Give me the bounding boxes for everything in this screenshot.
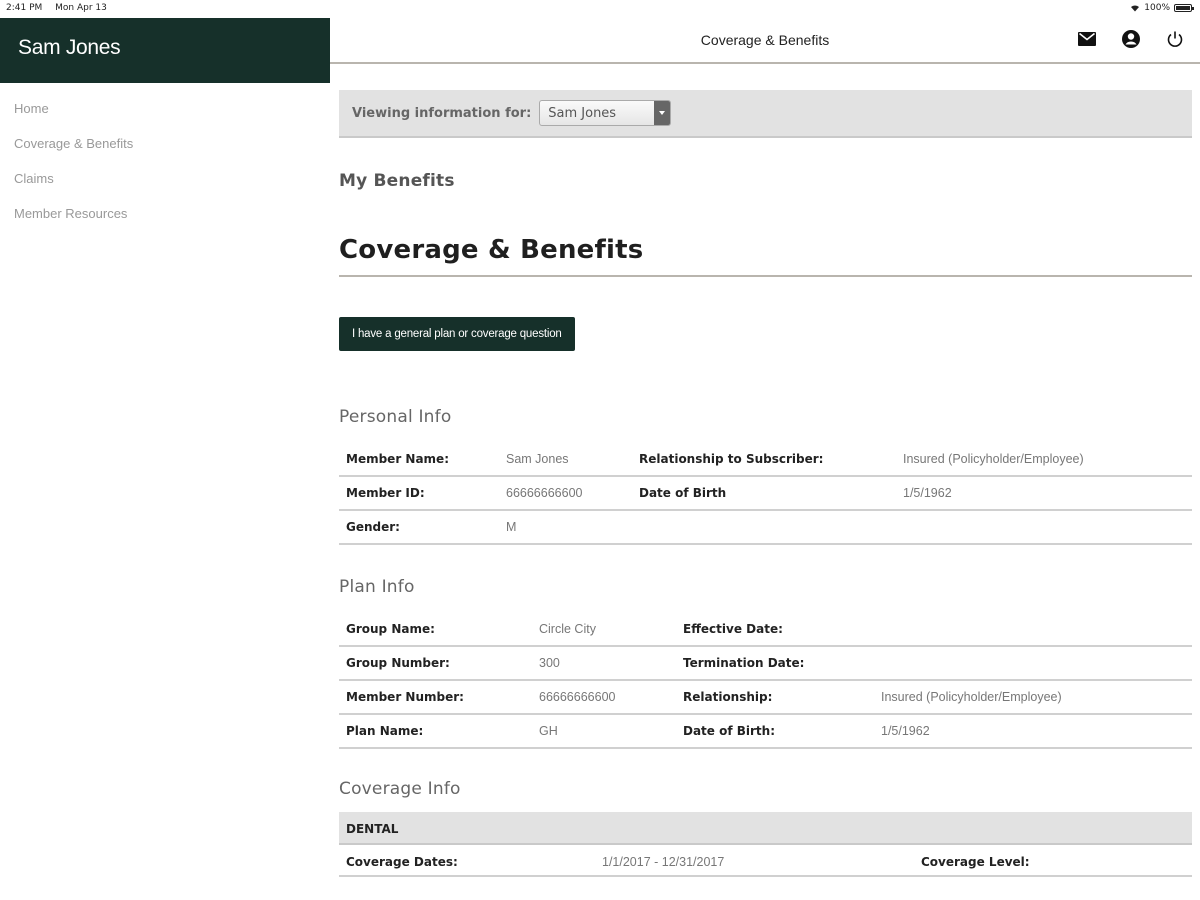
coverage-group-header: DENTAL — [339, 812, 1192, 845]
table-cell: Relationship: — [676, 680, 874, 715]
personal-info-heading: Personal Info — [339, 407, 452, 427]
table-cell: Sam Jones — [499, 442, 632, 477]
viewing-label: Viewing information for: — [352, 105, 532, 121]
table-cell — [632, 510, 896, 545]
sidebar-item-coverage-benefits[interactable]: Coverage & Benefits — [0, 126, 330, 161]
status-time: 2:41 PM — [6, 3, 43, 13]
wifi-icon — [1131, 5, 1140, 12]
sidebar-item-claims[interactable]: Claims — [0, 161, 330, 196]
coverage-row: Coverage Dates: 1/1/2017 - 12/31/2017 Co… — [339, 845, 1192, 877]
status-bar: 2:41 PM Mon Apr 13 100% — [0, 0, 1200, 18]
viewing-bar: Viewing information for: Sam Jones — [339, 90, 1192, 138]
table-cell: Member Number: — [339, 680, 532, 715]
sidebar-user-name: Sam Jones — [0, 18, 330, 83]
table-cell: 66666666600 — [532, 680, 676, 715]
personal-info-table: Member Name: Sam Jones Relationship to S… — [339, 442, 1192, 545]
table-cell: Insured (Policyholder/Employee) — [874, 680, 1192, 715]
table-row: Member ID: 66666666600 Date of Birth 1/5… — [339, 476, 1192, 511]
table-row: Group Name: Circle City Effective Date: — [339, 612, 1192, 647]
table-cell: Group Name: — [339, 612, 532, 647]
table-row: Gender: M — [339, 510, 1192, 545]
page-subheading: My Benefits — [339, 171, 455, 191]
chevron-down-icon — [654, 101, 671, 125]
top-bar-actions — [1076, 28, 1186, 50]
table-cell: 1/5/1962 — [874, 714, 1192, 749]
coverage-level-label: Coverage Level: — [921, 855, 1030, 869]
table-cell: Date of Birth: — [676, 714, 874, 749]
table-row: Member Number: 66666666600 Relationship:… — [339, 680, 1192, 715]
table-cell: Member Name: — [339, 442, 499, 477]
table-cell: 1/5/1962 — [896, 476, 1192, 511]
table-cell: 300 — [532, 646, 676, 681]
coverage-dates-value: 1/1/2017 - 12/31/2017 — [602, 855, 725, 869]
member-select-value: Sam Jones — [548, 106, 617, 121]
sidebar-item-member-resources[interactable]: Member Resources — [0, 196, 330, 231]
table-cell: Member ID: — [339, 476, 499, 511]
table-cell: Circle City — [532, 612, 676, 647]
main-content: Viewing information for: Sam Jones My Be… — [339, 64, 1192, 877]
table-cell — [874, 612, 1192, 647]
table-cell — [896, 510, 1192, 545]
plan-info-table: Group Name: Circle City Effective Date: … — [339, 612, 1192, 749]
battery-icon — [1174, 4, 1194, 12]
table-cell: Gender: — [339, 510, 499, 545]
general-question-button[interactable]: I have a general plan or coverage questi… — [339, 317, 575, 351]
table-cell — [874, 646, 1192, 681]
account-icon[interactable] — [1120, 28, 1142, 50]
sidebar-item-home[interactable]: Home — [0, 91, 330, 126]
table-cell: M — [499, 510, 632, 545]
top-bar: Coverage & Benefits — [330, 18, 1200, 64]
table-cell: Date of Birth — [632, 476, 896, 511]
status-right: 100% — [1130, 3, 1194, 13]
mail-icon[interactable] — [1076, 28, 1098, 50]
member-select[interactable]: Sam Jones — [539, 100, 672, 126]
table-cell: Effective Date: — [676, 612, 874, 647]
page-title: Coverage & Benefits — [339, 235, 1192, 277]
table-cell: Relationship to Subscriber: — [632, 442, 896, 477]
table-row: Plan Name: GH Date of Birth: 1/5/1962 — [339, 714, 1192, 749]
table-cell: GH — [532, 714, 676, 749]
status-date: Mon Apr 13 — [55, 3, 107, 13]
coverage-dates-label: Coverage Dates: — [346, 855, 458, 869]
battery-percent: 100% — [1144, 3, 1170, 13]
table-cell: 66666666600 — [499, 476, 632, 511]
sidebar: Sam Jones Home Coverage & Benefits Claim… — [0, 18, 330, 900]
table-cell: Plan Name: — [339, 714, 532, 749]
sidebar-nav: Home Coverage & Benefits Claims Member R… — [0, 83, 330, 231]
table-row: Member Name: Sam Jones Relationship to S… — [339, 442, 1192, 477]
table-row: Group Number: 300 Termination Date: — [339, 646, 1192, 681]
top-bar-title: Coverage & Benefits — [700, 32, 830, 48]
table-cell: Termination Date: — [676, 646, 874, 681]
table-cell: Insured (Policyholder/Employee) — [896, 442, 1192, 477]
status-left: 2:41 PM Mon Apr 13 — [6, 3, 107, 13]
coverage-info-heading: Coverage Info — [339, 779, 461, 799]
plan-info-heading: Plan Info — [339, 577, 415, 597]
table-cell: Group Number: — [339, 646, 532, 681]
power-icon[interactable] — [1164, 28, 1186, 50]
